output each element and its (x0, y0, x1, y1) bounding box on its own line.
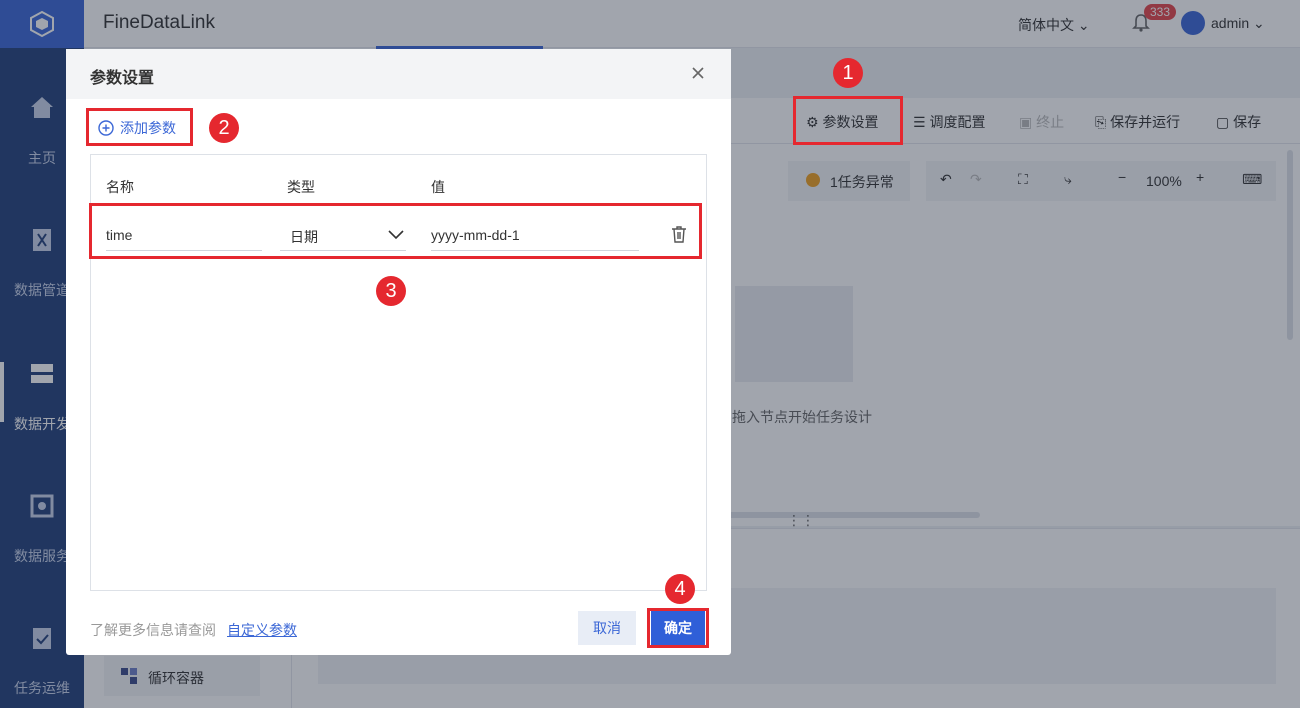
footer-hint: 了解更多信息请查阅 (90, 622, 216, 638)
column-header-value: 值 (431, 179, 445, 195)
highlight-param-settings (793, 96, 903, 145)
column-header-type: 类型 (287, 179, 315, 195)
step-marker-1: 1 (833, 58, 863, 88)
highlight-add-param (86, 108, 193, 146)
dialog-title: 参数设置 (90, 70, 155, 87)
close-icon[interactable] (688, 63, 708, 83)
cancel-button[interactable]: 取消 (578, 611, 636, 645)
column-header-name: 名称 (106, 179, 134, 195)
step-marker-4: 4 (665, 574, 695, 604)
dialog-header: 参数设置 (66, 49, 731, 99)
highlight-param-row (89, 203, 702, 259)
step-marker-3: 3 (376, 276, 406, 306)
step-marker-2: 2 (209, 113, 239, 143)
custom-param-link[interactable]: 自定义参数 (227, 620, 297, 640)
highlight-ok-button (647, 608, 709, 648)
